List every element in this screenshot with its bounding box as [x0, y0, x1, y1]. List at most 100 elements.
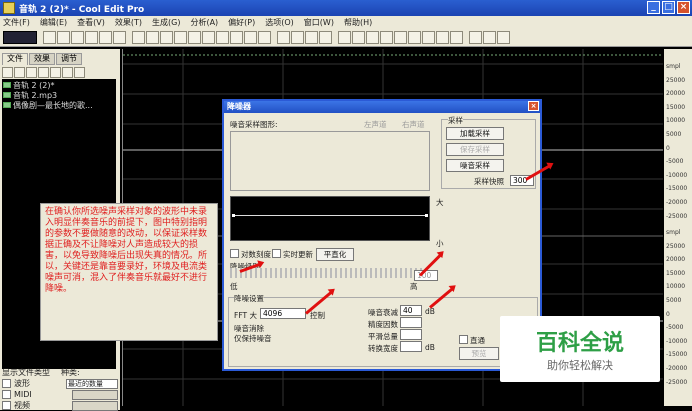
decay-input[interactable]: 40 [400, 305, 422, 316]
type-midi-label: MIDI [14, 390, 32, 399]
smooth-input[interactable] [400, 329, 422, 340]
dialog-close-button[interactable]: × [528, 101, 539, 111]
panel-open-icon[interactable] [2, 67, 13, 78]
envelope-icon[interactable] [366, 31, 379, 44]
save-icon[interactable] [85, 31, 98, 44]
normalize-icon[interactable] [352, 31, 365, 44]
mix-paste-icon[interactable] [216, 31, 229, 44]
annotation-box: 在确认你所选噪声采样对象的波形中未录入明显伴奏音乐的前提下，图中特别指明的参数不… [40, 203, 218, 341]
panel-button-2[interactable] [72, 400, 118, 411]
panel-play-icon[interactable] [62, 67, 73, 78]
menu-options[interactable]: 选项(O) [265, 17, 294, 28]
load-sample-button[interactable]: 加载采样 [446, 127, 504, 140]
maximize-button[interactable]: □ [662, 1, 675, 14]
noise-profile-graph[interactable] [230, 196, 430, 241]
menu-file[interactable]: 文件(F) [3, 17, 30, 28]
spectral-view-icon[interactable] [277, 31, 290, 44]
type-wave-checkbox[interactable] [2, 379, 11, 388]
transition-input[interactable] [400, 341, 422, 352]
live-update-checkbox[interactable] [272, 249, 281, 258]
ruler-label: -10000 [666, 338, 688, 345]
cut-icon[interactable] [188, 31, 201, 44]
panel-button[interactable] [72, 389, 118, 400]
menu-help[interactable]: 帮助(H) [344, 17, 372, 28]
preview-button[interactable]: 预览 [459, 347, 499, 360]
ruler-label: -25000 [666, 379, 688, 386]
undo-icon[interactable] [132, 31, 145, 44]
level-input[interactable]: 100 [414, 270, 438, 281]
settings-icon[interactable] [483, 31, 496, 44]
panel-import-icon[interactable] [14, 67, 25, 78]
watermark-slogan: 助你轻松解决 [547, 359, 613, 372]
menu-view[interactable]: 查看(V) [77, 17, 105, 28]
panel-insert-icon[interactable] [38, 67, 49, 78]
play-list-icon[interactable] [319, 31, 332, 44]
flat-button[interactable]: 平直化 [316, 248, 354, 261]
type-midi-checkbox[interactable] [2, 390, 11, 399]
keep-noise-radio[interactable]: 仅保持噪音 [234, 333, 272, 344]
ruler-label: 5000 [666, 131, 682, 138]
crop-icon[interactable] [258, 31, 271, 44]
precision-input[interactable] [400, 317, 422, 328]
title-bar: 音轨 2 (2)* - Cool Edit Pro _ □ × [0, 0, 692, 16]
type-wave-label: 波形 [14, 379, 30, 388]
minimize-button[interactable]: _ [647, 1, 660, 14]
open-append-icon[interactable] [71, 31, 84, 44]
delete-silence-icon[interactable] [244, 31, 257, 44]
close-button[interactable]: × [677, 1, 690, 14]
menu-generate[interactable]: 生成(G) [152, 17, 180, 28]
get-noise-profile-button[interactable]: 噪音采样 [446, 159, 504, 172]
left-channel-radio[interactable]: 左声道 [364, 119, 387, 130]
close-file-icon[interactable] [113, 31, 126, 44]
record-settings-icon[interactable] [469, 31, 482, 44]
dialog-title: 降噪器 × [224, 101, 540, 113]
noise-level-slider[interactable] [230, 268, 430, 278]
copy-icon[interactable] [174, 31, 187, 44]
menu-effects[interactable]: 效果(T) [115, 17, 142, 28]
list-item[interactable]: 音轨 2 (2)* [3, 80, 115, 90]
trim-icon[interactable] [230, 31, 243, 44]
type-video-checkbox[interactable] [2, 401, 11, 410]
filter-icon[interactable] [380, 31, 393, 44]
tab-files[interactable]: 文件 [2, 53, 28, 65]
right-channel-radio[interactable]: 右声道 [402, 119, 425, 130]
ruler-label: 25000 [666, 243, 686, 250]
reverb-icon[interactable] [422, 31, 435, 44]
mode-switch-button[interactable] [3, 31, 37, 44]
panel-close-icon[interactable] [26, 67, 37, 78]
toolbar [0, 29, 692, 47]
pitch-icon[interactable] [450, 31, 463, 44]
tab-effects[interactable]: 效果 [29, 53, 55, 65]
ruler-label: -20000 [666, 365, 688, 372]
help-icon[interactable] [497, 31, 510, 44]
paste-icon[interactable] [202, 31, 215, 44]
delay-icon[interactable] [408, 31, 421, 44]
tab-favorites[interactable]: 调节 [56, 53, 82, 65]
menu-edit[interactable]: 编辑(E) [40, 17, 67, 28]
noise-reduction-icon[interactable] [436, 31, 449, 44]
panel-edit-icon[interactable] [50, 67, 61, 78]
open-file-icon[interactable] [57, 31, 70, 44]
menu-analyze[interactable]: 分析(A) [190, 17, 218, 28]
waveform-view-icon[interactable] [291, 31, 304, 44]
ruler-label: 20000 [666, 256, 686, 263]
panel-help-icon[interactable] [74, 67, 85, 78]
app-icon [3, 2, 15, 14]
list-item[interactable]: 偶像剧—最长地的歌... [3, 100, 115, 110]
log-scale-checkbox[interactable] [230, 249, 239, 258]
new-file-icon[interactable] [43, 31, 56, 44]
menu-favorites[interactable]: 偏好(P) [228, 17, 255, 28]
high-label: 高 [410, 282, 418, 291]
save-as-icon[interactable] [99, 31, 112, 44]
list-item[interactable]: 音轨 2.mp3 [3, 90, 115, 100]
save-sample-button[interactable]: 保存采样 [446, 143, 504, 156]
cue-list-icon[interactable] [305, 31, 318, 44]
menu-window[interactable]: 窗口(W) [304, 17, 334, 28]
kind-select[interactable]: 最近的数量 [66, 378, 118, 389]
redo-icon[interactable] [146, 31, 159, 44]
repeat-icon[interactable] [160, 31, 173, 44]
amplify-icon[interactable] [338, 31, 351, 44]
bypass-checkbox[interactable] [459, 335, 468, 344]
fft-size-select[interactable]: 4096 [260, 308, 306, 319]
eq-icon[interactable] [394, 31, 407, 44]
